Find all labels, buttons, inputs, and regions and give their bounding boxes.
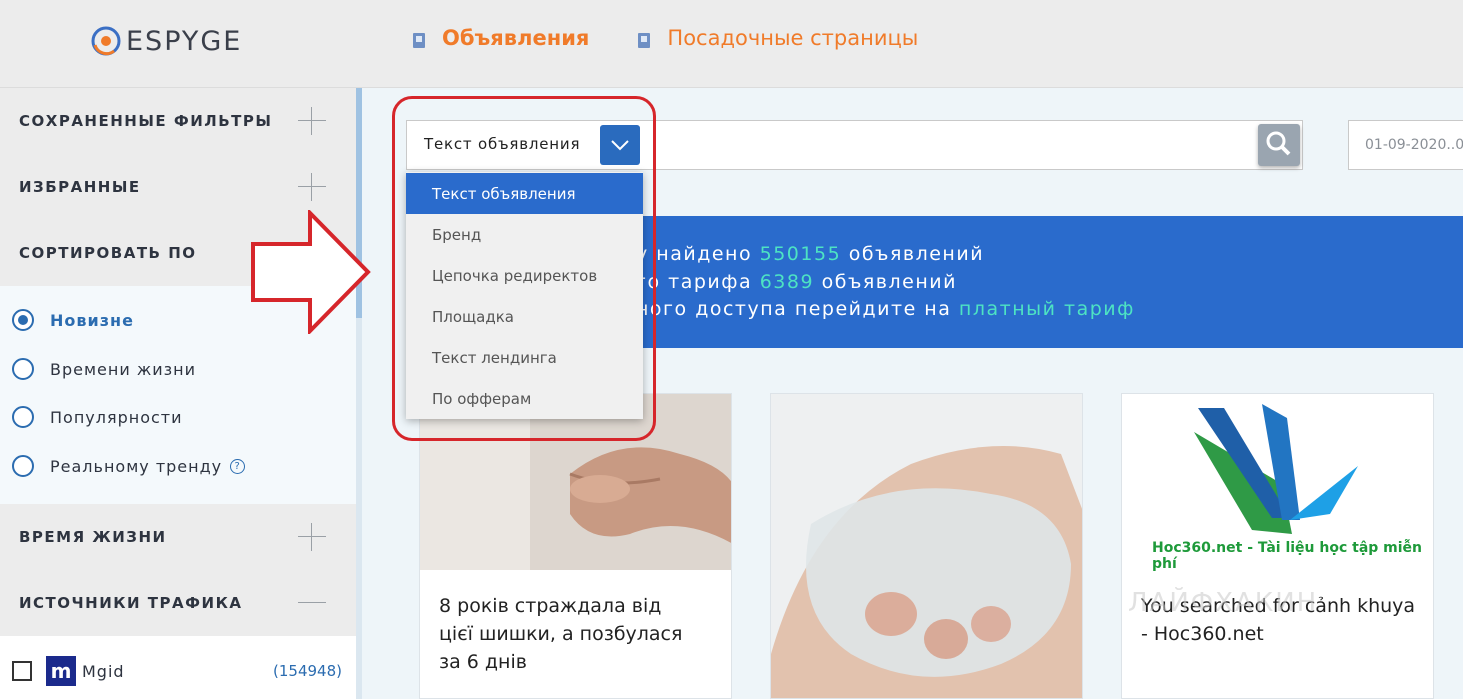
sort-option-label: Популярности [50,407,183,427]
minus-icon[interactable] [298,602,326,603]
sort-option-newness[interactable]: Новизне [12,309,134,331]
search-icon [1266,131,1291,156]
checkbox[interactable] [12,661,32,681]
banner-text: объявлений [841,243,985,265]
banner-text: ного доступа перейдите на [636,298,959,320]
date-range-input[interactable]: 01-09-2020..0 [1348,120,1463,170]
banner-line: ного доступа перейдите на платный тариф [636,298,1135,320]
document-icon [637,30,651,48]
section-title: ИСТОЧНИКИ ТРАФИКА [19,594,243,612]
section-title: ИЗБРАННЫЕ [19,178,141,196]
source-count: (154948) [273,662,342,680]
document-icon [412,30,426,48]
ads-tariff-count: 6389 [759,271,815,293]
search-button[interactable] [1258,124,1300,166]
paid-tariff-link[interactable]: платный тариф [959,298,1135,320]
annotation-arrow-icon [251,210,371,334]
section-title: СОХРАНЕННЫЕ ФИЛЬТРЫ [19,112,273,130]
plus-icon[interactable] [298,523,326,551]
plus-icon[interactable] [298,173,326,201]
ad-card-text: 8 років страждала від цієї шишки, а позб… [439,595,683,673]
radio-button[interactable] [12,309,34,331]
mgid-icon: m [46,656,76,686]
espyge-logo[interactable]: ESPYGE [90,24,242,58]
sort-option-popularity[interactable]: Популярности [12,406,183,428]
radio-button[interactable] [12,406,34,428]
source-item-mgid[interactable]: m Mgid (154948) [12,656,342,686]
radio-button[interactable] [12,455,34,477]
ads-found-count: 550155 [759,243,842,265]
section-saved-filters[interactable]: СОХРАНЕННЫЕ ФИЛЬТРЫ [0,88,356,154]
nav-ads-label: Объявления [442,26,590,50]
radio-button[interactable] [12,358,34,380]
nav-landing-pages[interactable]: Посадочные страницы [637,26,918,50]
logo-icon [90,25,122,57]
source-label: Mgid [82,661,125,681]
sidebar-scrollbar[interactable] [356,88,362,699]
ad-image [771,394,1082,698]
sort-option-real-trend[interactable]: Реальному тренду ? [12,455,246,477]
sort-option-lifetime[interactable]: Времени жизни [12,358,196,380]
banner-text: объявлений [814,271,957,293]
section-title: ВРЕМЯ ЖИЗНИ [19,528,167,546]
help-icon[interactable]: ? [230,458,246,474]
ad-card[interactable] [770,393,1083,699]
ad-card[interactable]: Hoc360.net - Tài liệu học tập miễn phí Y… [1121,393,1434,699]
sort-option-label: Реальному тренду [50,456,223,476]
main-nav: Объявления Посадочные страницы [412,26,966,50]
image-caption: Hoc360.net - Tài liệu học tập miễn phí [1152,540,1423,572]
nav-landing-pages-label: Посадочные страницы [667,26,919,50]
banner-line: у найдено 550155 объявлений [636,243,984,265]
sort-option-label: Времени жизни [50,359,197,379]
annotation-highlight-frame [392,96,656,441]
banner-line: го тарифа 6389 объявлений [636,271,957,293]
watermark: ЛАЙФХАКИН [1128,588,1319,618]
sort-option-label: Новизне [50,310,134,330]
logo-text: ESPYGE [126,25,243,57]
section-title: СОРТИРОВАТЬ ПО [19,244,197,262]
plus-icon[interactable] [298,107,326,135]
nav-ads[interactable]: Объявления [412,26,589,50]
top-header: ESPYGE Объявления Посадочные страницы [0,0,1463,88]
section-traffic-sources[interactable]: ИСТОЧНИКИ ТРАФИКА [0,570,356,636]
section-lifetime[interactable]: ВРЕМЯ ЖИЗНИ [0,504,356,570]
